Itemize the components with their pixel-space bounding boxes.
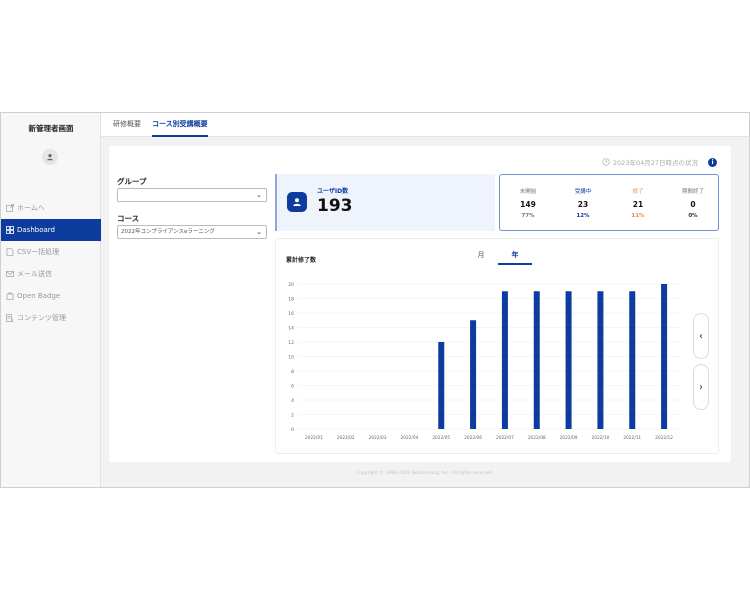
main-panel: 2023年04月27日時点の状況 i グループ ⌄ コース 2022年コンプライ… [109, 146, 731, 462]
stat-value: 149 [520, 200, 536, 209]
course-select[interactable]: 2022年コンプライアンスeラーニング ⌄ [117, 225, 267, 239]
stat-value: 23 [577, 200, 589, 209]
user-count-label: ユーザID数 [317, 188, 349, 195]
y-tick-label: 14 [288, 325, 294, 331]
bar[interactable] [597, 291, 604, 429]
bar[interactable] [629, 291, 636, 429]
chart-prev-button[interactable]: ‹ [693, 313, 709, 359]
x-tick-label: 2022/08 [528, 435, 546, 441]
course-select-value: 2022年コンプライアンスeラーニング [121, 229, 215, 235]
y-tick-label: 2 [291, 412, 294, 418]
content-icon [5, 314, 14, 323]
y-tick-label: 10 [288, 354, 294, 360]
stat-label: 修了 [632, 189, 644, 195]
stat-percent: 11% [631, 213, 645, 219]
stat-label: 受講中 [574, 189, 592, 195]
clock-icon [602, 158, 610, 166]
info-icon[interactable]: i [708, 157, 717, 167]
bar[interactable] [501, 291, 508, 429]
bar[interactable] [661, 284, 668, 429]
sidebar: 新管理者画面 ホームへ Dashboard CSV一括処理 メール送信 Open… [1, 113, 101, 487]
as-of-text: 2023年04月27日時点の状況 [612, 159, 698, 167]
badge-icon [5, 292, 14, 301]
x-tick-label: 2022/09 [560, 435, 578, 441]
x-tick-label: 2022/10 [591, 435, 609, 441]
stat-not-started: 未開始 149 77% [508, 187, 548, 219]
avatar[interactable] [42, 149, 58, 165]
sidebar-item-dashboard[interactable]: Dashboard [1, 219, 101, 241]
group-label: グループ [117, 177, 147, 186]
bar-chart: 0 2 4 6 8 10 12 14 16 18 20 2022/01 2022/02 2022/03 20… [288, 282, 680, 441]
y-tick-label: 6 [291, 383, 294, 389]
course-label: コース [117, 214, 140, 223]
x-tick-label: 2022/04 [400, 435, 418, 441]
x-tick-label: 2022/12 [655, 435, 673, 441]
bar[interactable] [533, 291, 540, 429]
sidebar-item-label: コンテンツ管理 [17, 314, 66, 322]
stat-value: 0 [690, 200, 696, 209]
top-tab-bar: 研修概要 コース別受講概要 [101, 113, 749, 137]
grid-icon [5, 226, 14, 235]
user-icon [47, 154, 53, 161]
sidebar-nav: ホームへ Dashboard CSV一括処理 メール送信 Open Badge … [1, 197, 101, 329]
y-tick-label: 18 [288, 296, 294, 302]
chart-card: 累計修了数 月 年 0 2 4 6 8 10 12 14 16 18 20 2022/01 2022/0… [275, 238, 719, 454]
tab-training-overview[interactable]: 研修概要 [113, 113, 141, 137]
stat-label: 未開始 [519, 189, 537, 195]
x-tick-label: 2022/02 [337, 435, 355, 441]
y-tick-label: 20 [288, 282, 294, 288]
sidebar-item-contents[interactable]: コンテンツ管理 [1, 307, 101, 329]
y-tick-label: 0 [291, 427, 294, 433]
sidebar-item-csv[interactable]: CSV一括処理 [1, 241, 101, 263]
x-tick-label: 2022/05 [432, 435, 450, 441]
sidebar-item-label: Open Badge [17, 292, 61, 300]
status-stats-card: 未開始 149 77% 受講中 23 12% 修了 21 11% 期間終了 0 … [499, 174, 719, 231]
sidebar-item-label: Dashboard [17, 226, 55, 234]
x-tick-label: 2022/11 [623, 435, 641, 441]
x-tick-label: 2022/07 [496, 435, 514, 441]
sidebar-item-mail[interactable]: メール送信 [1, 263, 101, 285]
sidebar-item-label: メール送信 [17, 270, 52, 278]
chevron-down-icon: ⌄ [256, 191, 262, 199]
stat-percent: 77% [521, 213, 535, 219]
stat-value: 21 [632, 200, 644, 209]
file-icon [5, 248, 14, 257]
stat-percent: 12% [576, 213, 590, 219]
chevron-down-icon: ⌄ [256, 228, 262, 236]
y-tick-label: 12 [288, 340, 294, 346]
tab-course-overview[interactable]: コース別受講概要 [152, 113, 208, 137]
bar[interactable] [470, 320, 477, 429]
user-count-value: 193 [317, 196, 353, 216]
x-tick-label: 2022/01 [305, 435, 323, 441]
stat-in-progress: 受講中 23 12% [563, 187, 603, 219]
bar[interactable] [438, 342, 445, 429]
chart-next-button[interactable]: › [693, 364, 709, 410]
user-count-card: ユーザID数 193 [275, 174, 495, 231]
app-window: 新管理者画面 ホームへ Dashboard CSV一括処理 メール送信 Open… [0, 112, 750, 488]
stat-completed: 修了 21 11% [618, 187, 658, 219]
stat-expired: 期間終了 0 0% [673, 187, 713, 219]
y-tick-label: 4 [291, 398, 294, 404]
app-title: 新管理者画面 [28, 124, 74, 133]
bar[interactable] [565, 291, 572, 429]
group-select[interactable]: ⌄ [117, 188, 267, 202]
user-icon [287, 192, 307, 212]
stat-percent: 0% [688, 213, 698, 219]
stat-label: 期間終了 [681, 189, 704, 195]
mail-icon [5, 270, 14, 279]
y-tick-label: 8 [291, 369, 294, 375]
sidebar-item-home[interactable]: ホームへ [1, 197, 101, 219]
sidebar-item-label: ホームへ [17, 204, 45, 212]
sidebar-item-open-badge[interactable]: Open Badge [1, 285, 101, 307]
status-as-of: 2023年04月27日時点の状況 i [602, 157, 717, 167]
x-tick-label: 2022/06 [464, 435, 482, 441]
sidebar-item-label: CSV一括処理 [17, 248, 60, 256]
copyright: Copyright © 1999-2023 NetLearning, Inc. … [356, 471, 494, 476]
x-tick-label: 2022/03 [369, 435, 387, 441]
external-link-icon [5, 204, 14, 213]
y-tick-label: 16 [288, 311, 294, 317]
